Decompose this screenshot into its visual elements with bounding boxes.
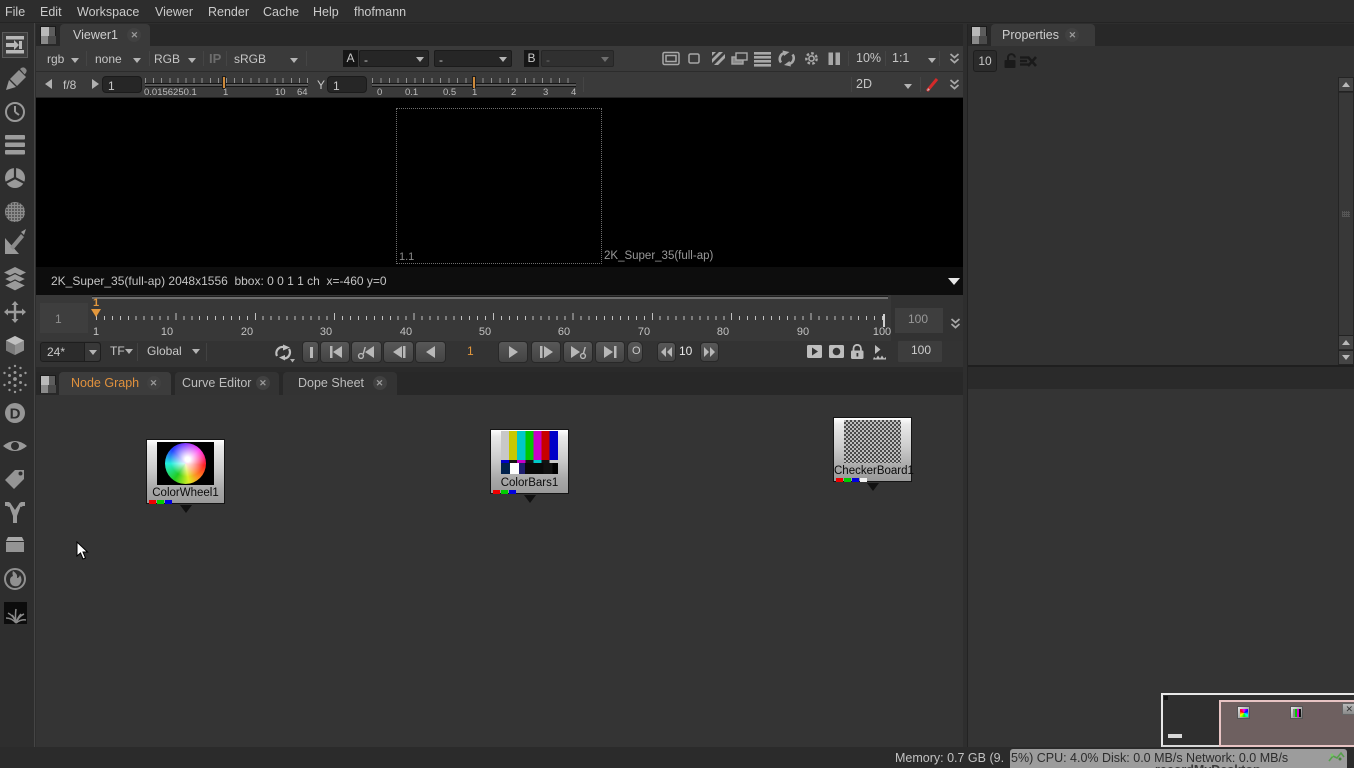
svg-text:D: D	[10, 406, 21, 423]
